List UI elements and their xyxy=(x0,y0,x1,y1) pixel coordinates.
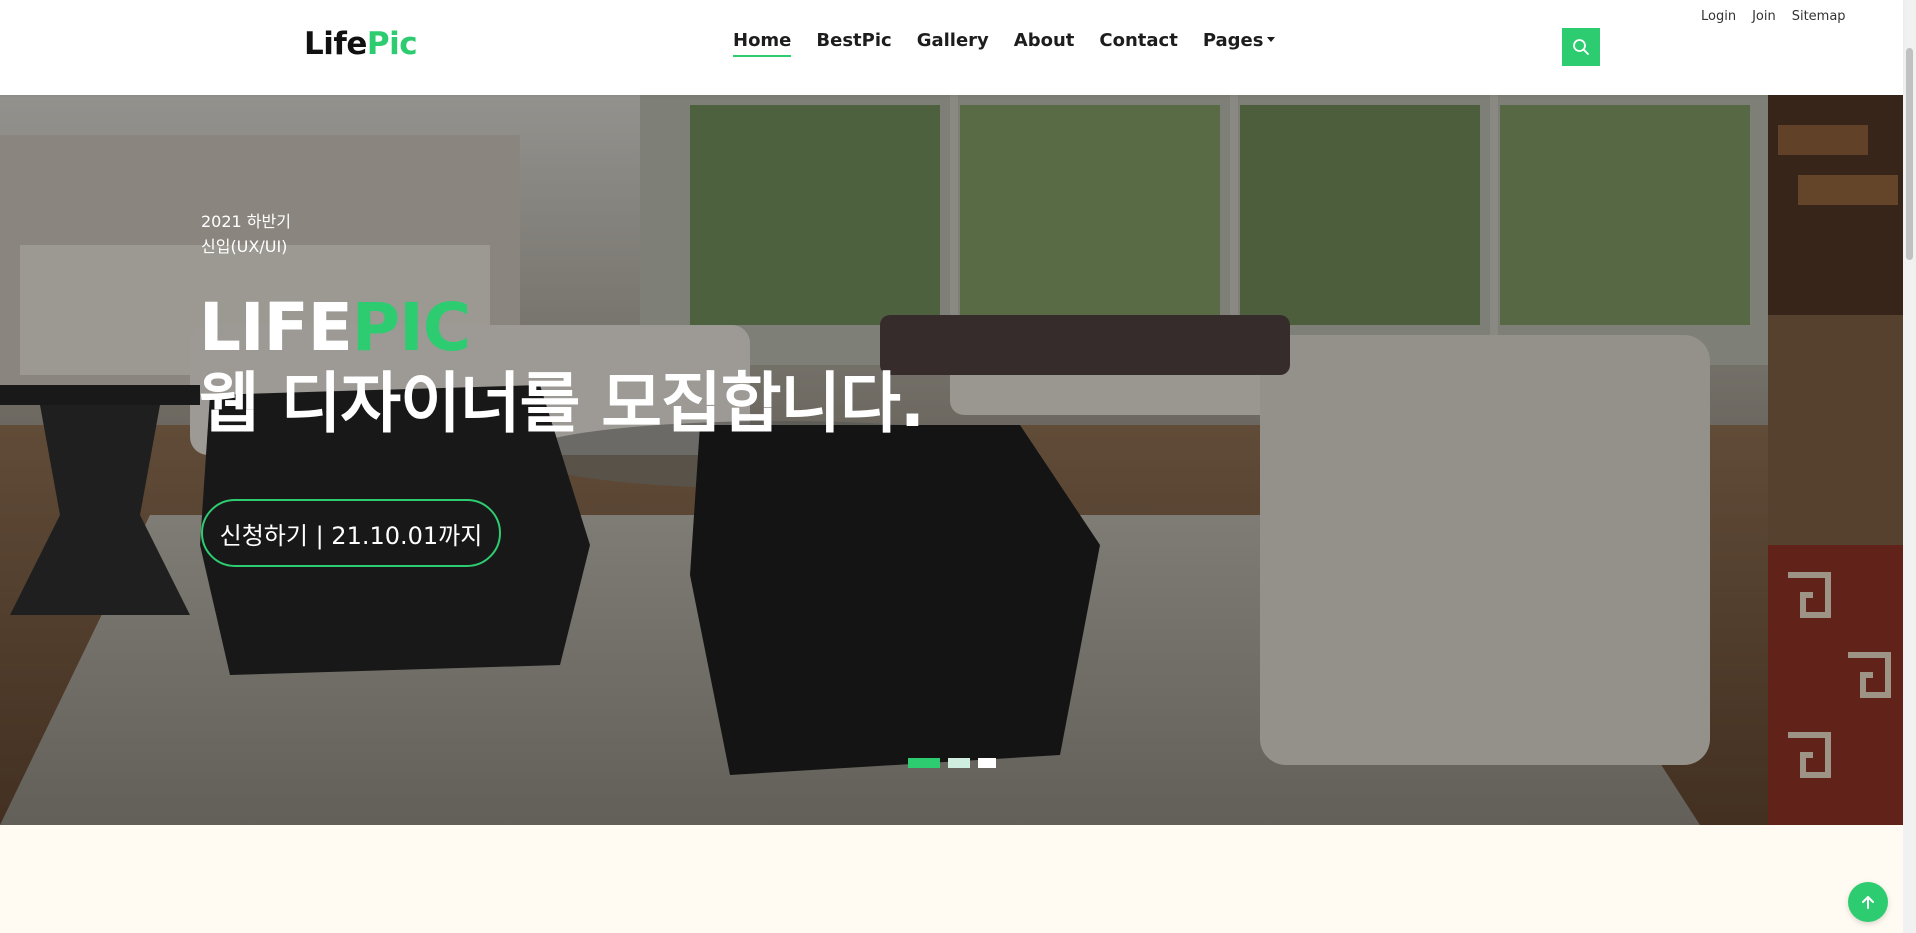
site-logo[interactable]: LifePic xyxy=(304,26,418,62)
scrollbar-thumb[interactable] xyxy=(1906,48,1913,260)
hero-title: 웹 디자이너를 모집합니다. xyxy=(199,365,925,442)
scroll-to-top-button[interactable] xyxy=(1848,882,1888,922)
carousel-indicators xyxy=(908,758,996,768)
hero-brand: LIFEPIC xyxy=(199,289,471,366)
carousel-indicator-3[interactable] xyxy=(978,758,996,768)
caret-down-icon xyxy=(1267,37,1276,42)
nav-item-bestpic[interactable]: BestPic xyxy=(816,30,891,57)
page: LifePic Home BestPic Gallery About Conta… xyxy=(0,0,1916,933)
nav-item-home[interactable]: Home xyxy=(733,30,792,57)
join-link[interactable]: Join xyxy=(1752,9,1776,24)
hero-subtitle-line2: 신입(UX/UI) xyxy=(201,237,288,256)
site-header: LifePic Home BestPic Gallery About Conta… xyxy=(0,0,1903,95)
arrow-up-icon xyxy=(1862,896,1874,909)
login-link[interactable]: Login xyxy=(1701,9,1736,24)
hero-brand-part1: LIFE xyxy=(199,289,353,366)
nav-item-gallery[interactable]: Gallery xyxy=(917,30,989,57)
apply-button[interactable]: 신청하기 | 21.10.01까지 xyxy=(201,499,501,567)
content-section xyxy=(0,825,1903,933)
main-nav: Home BestPic Gallery About Contact Pages xyxy=(733,30,1300,57)
logo-text-part2: Pic xyxy=(366,26,418,62)
hero-subtitle: 2021 하반기 신입(UX/UI) xyxy=(201,209,291,259)
nav-item-about[interactable]: About xyxy=(1014,30,1075,57)
hero-brand-part2: PIC xyxy=(351,289,471,366)
nav-item-pages[interactable]: Pages xyxy=(1203,30,1276,57)
utility-links: Login Join Sitemap xyxy=(1701,9,1862,24)
hero-overlay xyxy=(0,95,1903,825)
sitemap-link[interactable]: Sitemap xyxy=(1792,9,1846,24)
hero-carousel[interactable]: 2021 하반기 신입(UX/UI) LIFEPIC 웹 디자이너를 모집합니다… xyxy=(0,95,1903,825)
nav-item-pages-label: Pages xyxy=(1202,30,1264,51)
carousel-indicator-2[interactable] xyxy=(948,758,970,768)
page-scrollbar[interactable] xyxy=(1903,0,1916,933)
nav-item-contact[interactable]: Contact xyxy=(1099,30,1177,57)
logo-text-part1: Life xyxy=(304,26,367,62)
hero-subtitle-line1: 2021 하반기 xyxy=(201,212,291,231)
search-icon xyxy=(1573,39,1589,55)
search-button[interactable] xyxy=(1562,28,1600,66)
carousel-indicator-1[interactable] xyxy=(908,758,940,768)
